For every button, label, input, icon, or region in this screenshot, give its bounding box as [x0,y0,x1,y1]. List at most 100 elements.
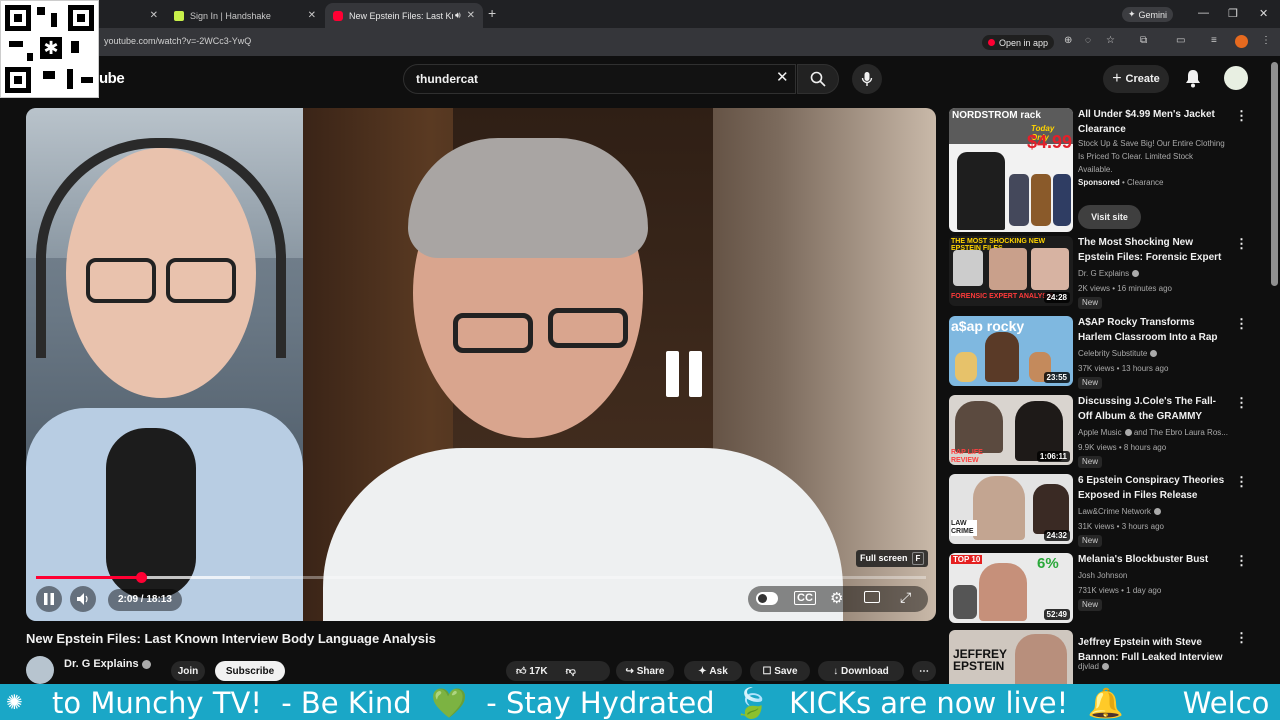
ad-sponsor-line: Sponsored • Clearance [1078,178,1164,187]
audio-playing-icon[interactable]: 🔊︎ [455,10,461,21]
extensions-icon[interactable]: ⧉ [1140,35,1147,46]
tab-label: Sign In | Handshake [190,10,271,21]
channel-name[interactable]: Dr. G Explains [64,658,151,670]
video-title[interactable]: A$AP Rocky Transforms Harlem Classroom I… [1078,316,1228,345]
open-in-app-button[interactable]: Open in app [982,35,1055,50]
more-options-icon[interactable]: ⋮ [1235,553,1248,569]
video-title[interactable]: Jeffrey Epstein with Steve Bannon: Full … [1078,636,1228,665]
browser-menu-icon[interactable]: ⋮ [1261,35,1271,46]
channel-name[interactable]: Apple Music and The Ebro Laura Ros... [1078,428,1228,437]
ask-button[interactable]: ✦ Ask [684,661,742,681]
video-title[interactable]: Melania's Blockbuster Bust [1078,553,1228,568]
visit-site-button[interactable]: Visit site [1078,205,1141,229]
sidebar-video-item[interactable]: THE MOST SHOCKING NEW EPSTEIN FILES FORE… [949,236,1249,312]
gemini-button[interactable]: ✦ Gemini [1122,7,1174,22]
cast-icon[interactable]: ▭ [1176,35,1185,46]
fullscreen-icon[interactable]: ⤢ [900,589,911,606]
channel-name[interactable]: djvlad [1078,662,1109,671]
tab-blank[interactable]: ✕ [100,3,166,28]
media-controls-icon[interactable]: ≡ [1211,35,1217,46]
play-pause-button[interactable] [36,586,62,612]
search-input[interactable]: thundercat [416,72,478,86]
video-thumbnail[interactable]: TOP 10 6% 52:49 [949,553,1073,623]
ad-title[interactable]: All Under $4.99 Men's Jacket Clearance [1078,108,1228,137]
close-tab-icon[interactable]: ✕ [467,10,475,21]
sidebar-video-item[interactable]: LAW CRIME 24:32 6 Epstein Conspiracy The… [949,474,1249,550]
video-meta: 2K views • 16 minutes ago [1078,284,1172,293]
like-dislike-group: 👍︎ 17K 👎︎ [506,661,610,681]
more-options-icon[interactable]: ⋮ [1235,316,1248,332]
video-thumbnail[interactable]: LAW CRIME 24:32 [949,474,1073,544]
channel-name[interactable]: Josh Johnson [1078,571,1127,580]
download-button[interactable]: ↓ Download [818,661,904,681]
channel-avatar[interactable] [26,656,54,684]
more-options-icon[interactable]: ⋮ [1235,108,1248,124]
video-title[interactable]: The Most Shocking New Epstein Files: For… [1078,236,1228,265]
sidebar-ad[interactable]: NORDSTROM rack Today Only $4.99 All Unde… [949,108,1249,233]
leaf-icon: 🍃 [733,686,770,720]
video-title[interactable]: Discussing J.Cole's The Fall-Off Album &… [1078,395,1228,424]
ticker-segment: to Munchy TV! [52,686,262,720]
qr-finder [68,5,94,31]
qr-module [67,69,73,89]
captions-icon[interactable]: CC [794,591,816,605]
video-thumbnail[interactable]: RAP LIFE REVIEW 1:06:11 [949,395,1073,465]
create-button[interactable]: + Create [1103,65,1169,93]
clear-search-icon[interactable]: ✕ [776,68,789,86]
save-button[interactable]: ☐ Save [750,661,810,681]
qr-module [27,53,33,61]
new-badge: New [1078,456,1103,468]
url-field[interactable]: youtube.com/watch?v=-2WCc3-YwQ [104,36,251,46]
ad-thumbnail[interactable]: NORDSTROM rack Today Only $4.99 [949,108,1073,232]
close-window-button[interactable]: ✕ [1259,7,1268,20]
scrubber-handle[interactable] [136,572,148,583]
join-button[interactable]: Join [171,661,205,681]
more-options-icon[interactable]: ⋮ [1235,395,1248,411]
sidebar-video-item[interactable]: JEFFREY EPSTEIN Jeffrey Epstein with Ste… [949,630,1249,684]
miniplayer-icon[interactable] [864,591,880,603]
video-player[interactable]: Full screen F 2:09 / 18:13 CC ⚙ ⤢ [26,108,936,621]
video-thumbnail[interactable]: a$ap rocky 23:55 [949,316,1073,386]
autoplay-toggle[interactable] [756,592,778,605]
voice-search-button[interactable] [852,64,882,94]
more-actions-button[interactable]: ⋯ [912,661,936,681]
settings-gear-icon[interactable]: ⚙ [830,589,843,607]
channel-name[interactable]: Celebrity Substitute [1078,349,1158,358]
sidebar-video-item[interactable]: TOP 10 6% 52:49 Melania's Blockbuster Bu… [949,553,1249,629]
progress-bar[interactable] [36,572,926,583]
close-tab-icon[interactable]: ✕ [150,10,158,21]
channel-name[interactable]: Dr. G Explains [1078,269,1140,278]
video-title[interactable]: 6 Epstein Conspiracy Theories Exposed in… [1078,474,1228,503]
share-button[interactable]: ↪ Share [616,661,674,681]
search-box[interactable]: thundercat [403,64,796,94]
channel-name[interactable]: Law&Crime Network [1078,507,1161,516]
tab-handshake[interactable]: Sign In | Handshake ✕ [166,3,324,28]
more-options-icon[interactable]: ⋮ [1235,474,1248,490]
sidebar-video-item[interactable]: RAP LIFE REVIEW 1:06:11 Discussing J.Col… [949,395,1249,471]
like-button[interactable]: 👍︎ 17K [516,665,548,677]
new-tab-button[interactable]: + [488,5,496,21]
notifications-bell-icon[interactable] [1184,68,1202,88]
close-tab-icon[interactable]: ✕ [308,10,316,21]
bookmark-star-icon[interactable]: ☆ [1106,35,1115,46]
zoom-icon[interactable]: ⊕ [1064,35,1072,46]
tab-youtube-video[interactable]: New Epstein Files: Last Kno 🔊︎ ✕ [325,3,483,28]
youtube-logo[interactable]: ube [99,70,125,87]
more-options-icon[interactable]: ⋮ [1235,236,1248,252]
screen: { "browser": { "tabs": [ {"label": "", "… [0,0,1280,720]
page-scrollbar[interactable] [1271,62,1278,286]
profile-avatar[interactable] [1235,35,1248,48]
browser-tab-bar: ✕ Sign In | Handshake ✕ New Epstein File… [0,0,1280,28]
account-avatar[interactable] [1224,66,1248,90]
video-thumbnail[interactable]: THE MOST SHOCKING NEW EPSTEIN FILES FORE… [949,236,1073,306]
search-button[interactable] [797,64,839,94]
eye-off-icon[interactable]: ◌ [1085,35,1091,46]
video-thumbnail[interactable]: JEFFREY EPSTEIN [949,630,1073,684]
minimize-button[interactable]: — [1198,7,1209,19]
more-options-icon[interactable]: ⋮ [1235,630,1248,646]
restore-button[interactable]: ❐ [1228,7,1238,20]
dislike-button[interactable]: 👎︎ [566,665,576,677]
volume-button[interactable] [70,586,96,612]
sidebar-video-item[interactable]: a$ap rocky 23:55 A$AP Rocky Transforms H… [949,316,1249,392]
subscribe-button[interactable]: Subscribe [215,661,285,681]
